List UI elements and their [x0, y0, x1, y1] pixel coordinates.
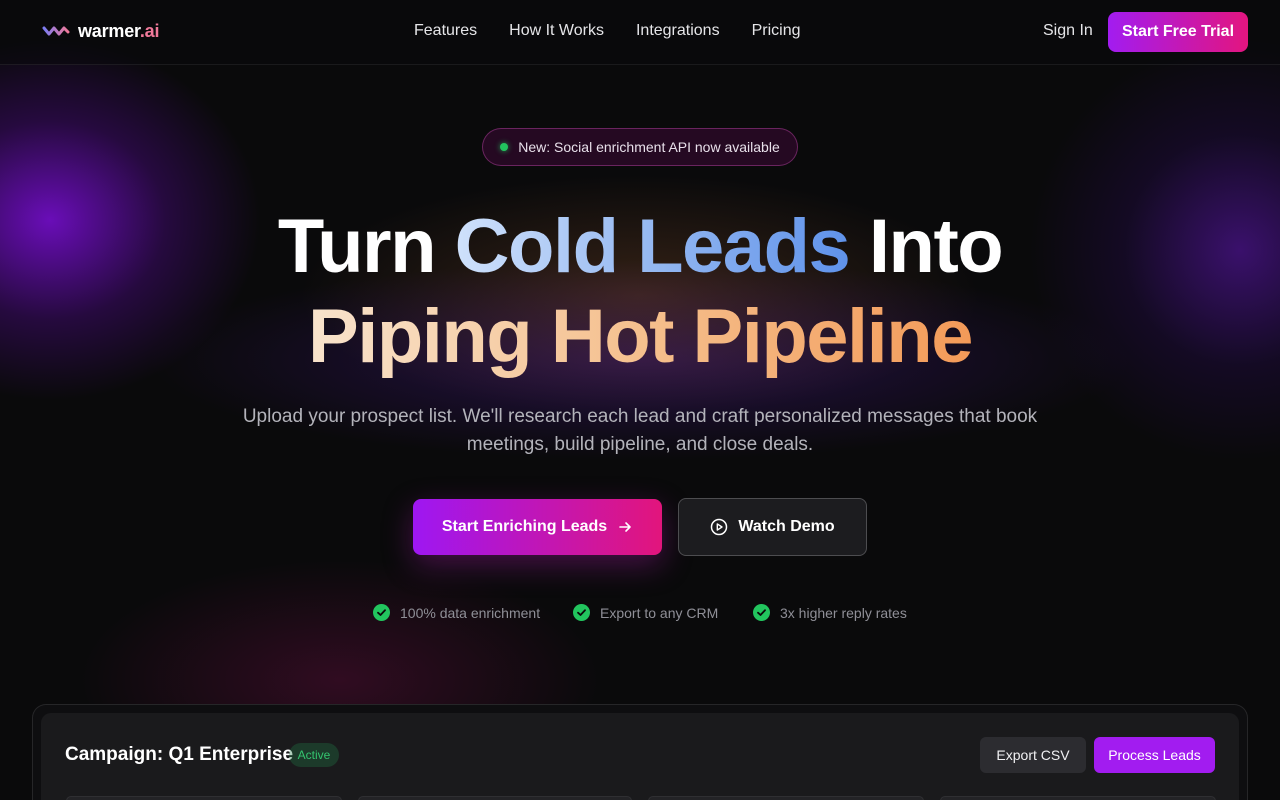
trust-item-reply-rates: 3x higher reply rates: [753, 604, 907, 621]
status-badge: Active: [289, 743, 339, 767]
headline-line-1: Turn Cold Leads Into: [0, 204, 1280, 290]
announcement-text: New: Social enrichment API now available: [518, 139, 780, 155]
process-leads-button[interactable]: Process Leads: [1094, 737, 1215, 773]
nav-link-features[interactable]: Features: [414, 22, 477, 40]
stat-card: [648, 796, 924, 800]
headline-text-turn: Turn: [277, 204, 437, 289]
status-dot-icon: [500, 143, 509, 151]
check-circle-icon: [373, 604, 390, 621]
watch-demo-button[interactable]: Watch Demo: [678, 498, 867, 556]
main-nav: Features How It Works Integrations Prici…: [414, 22, 800, 40]
trust-text: 3x higher reply rates: [780, 604, 907, 621]
play-circle-icon: [711, 518, 728, 536]
check-circle-icon: [573, 604, 590, 621]
primary-cta-label: Start Enriching Leads: [441, 518, 608, 535]
headline-highlight-cold: Cold Leads: [454, 204, 851, 289]
brand-logo[interactable]: warmer.ai: [42, 20, 159, 42]
sign-in-link[interactable]: Sign In: [1043, 22, 1093, 40]
export-csv-button[interactable]: Export CSV: [980, 737, 1086, 773]
nav-link-integrations[interactable]: Integrations: [636, 22, 720, 40]
landing-page: warmer.ai Features How It Works Integrat…: [0, 0, 1280, 800]
nav-link-pricing[interactable]: Pricing: [752, 22, 801, 40]
secondary-cta-label: Watch Demo: [738, 518, 835, 535]
start-enriching-leads-button[interactable]: Start Enriching Leads: [413, 499, 662, 555]
nav-link-how-it-works[interactable]: How It Works: [509, 22, 604, 40]
trust-item-enrichment: 100% data enrichment: [373, 604, 540, 621]
stat-card: [358, 796, 632, 800]
trust-text: Export to any CRM: [600, 604, 719, 621]
arrow-right-icon: [619, 522, 631, 532]
announcement-pill[interactable]: New: Social enrichment API now available: [482, 128, 798, 166]
brand-name: warmer.ai: [78, 20, 160, 41]
top-nav: warmer.ai Features How It Works Integrat…: [0, 0, 1280, 65]
start-free-trial-button[interactable]: Start Free Trial: [1108, 12, 1248, 52]
headline-line-2: Piping Hot Pipeline: [0, 294, 1280, 380]
headline-text-into: Into: [868, 204, 1004, 289]
stat-card: [940, 796, 1216, 800]
campaign-title: Campaign: Q1 Enterprise: [65, 744, 294, 765]
trust-item-crm: Export to any CRM: [573, 604, 718, 621]
hero-subtitle: Upload your prospect list. We'll researc…: [242, 406, 1038, 455]
trust-text: 100% data enrichment: [400, 604, 541, 621]
wave-logo-icon: [42, 26, 70, 36]
stat-card: [66, 796, 342, 800]
headline-highlight-hot: Piping Hot Pipeline: [308, 294, 973, 379]
check-circle-icon: [753, 604, 770, 621]
